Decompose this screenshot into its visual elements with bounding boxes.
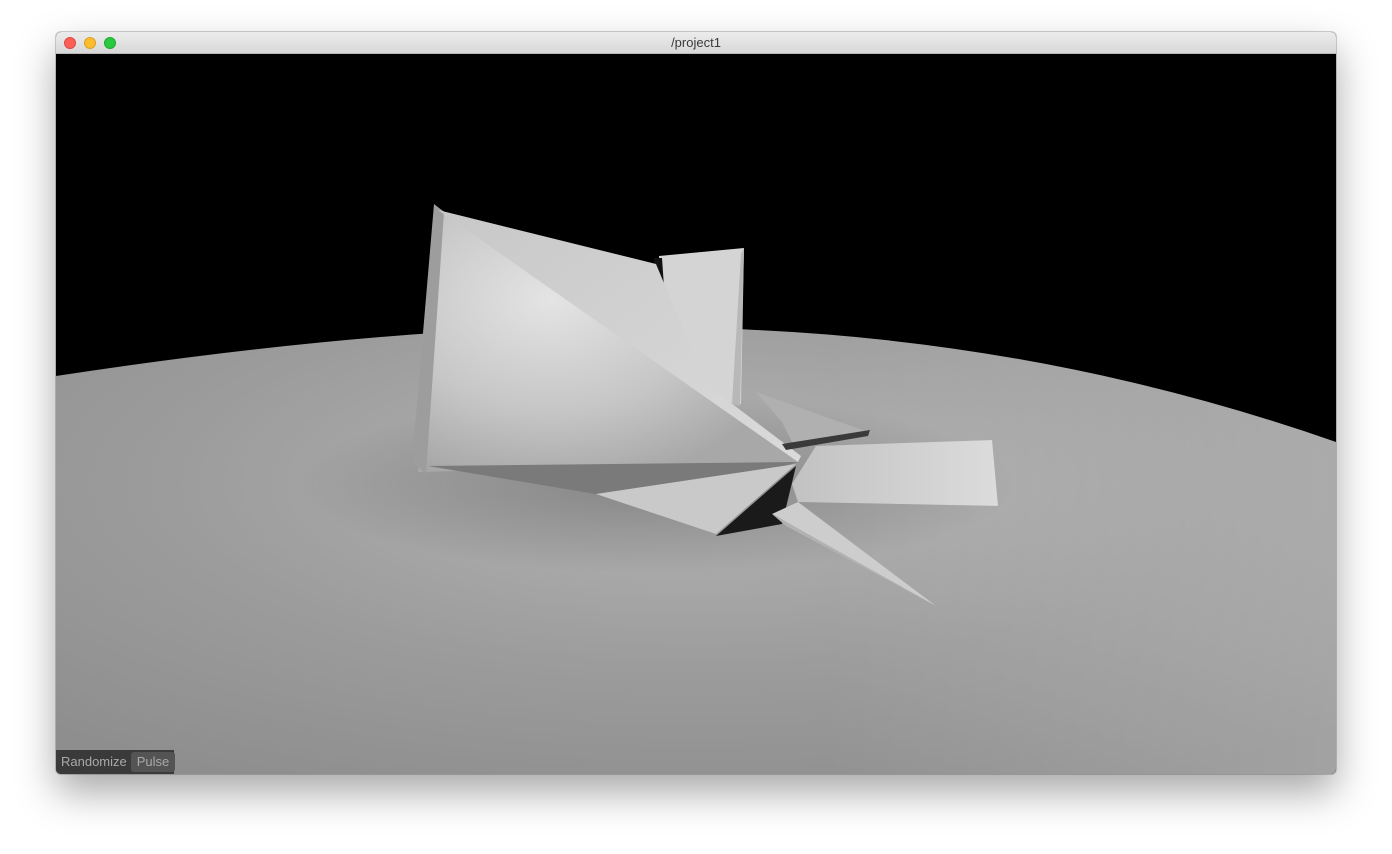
app-window: /project1 Randomize Pulse (56, 32, 1336, 774)
right-plank (792, 440, 1002, 506)
window-title: /project1 (671, 35, 721, 50)
render-viewport[interactable]: Randomize Pulse (56, 54, 1336, 774)
randomize-button[interactable]: Randomize (58, 752, 130, 772)
title-bar[interactable]: /project1 (56, 32, 1336, 54)
gui-panel: Randomize Pulse (56, 750, 176, 774)
pulse-button[interactable]: Pulse (130, 752, 176, 772)
scene-canvas (56, 204, 1336, 774)
